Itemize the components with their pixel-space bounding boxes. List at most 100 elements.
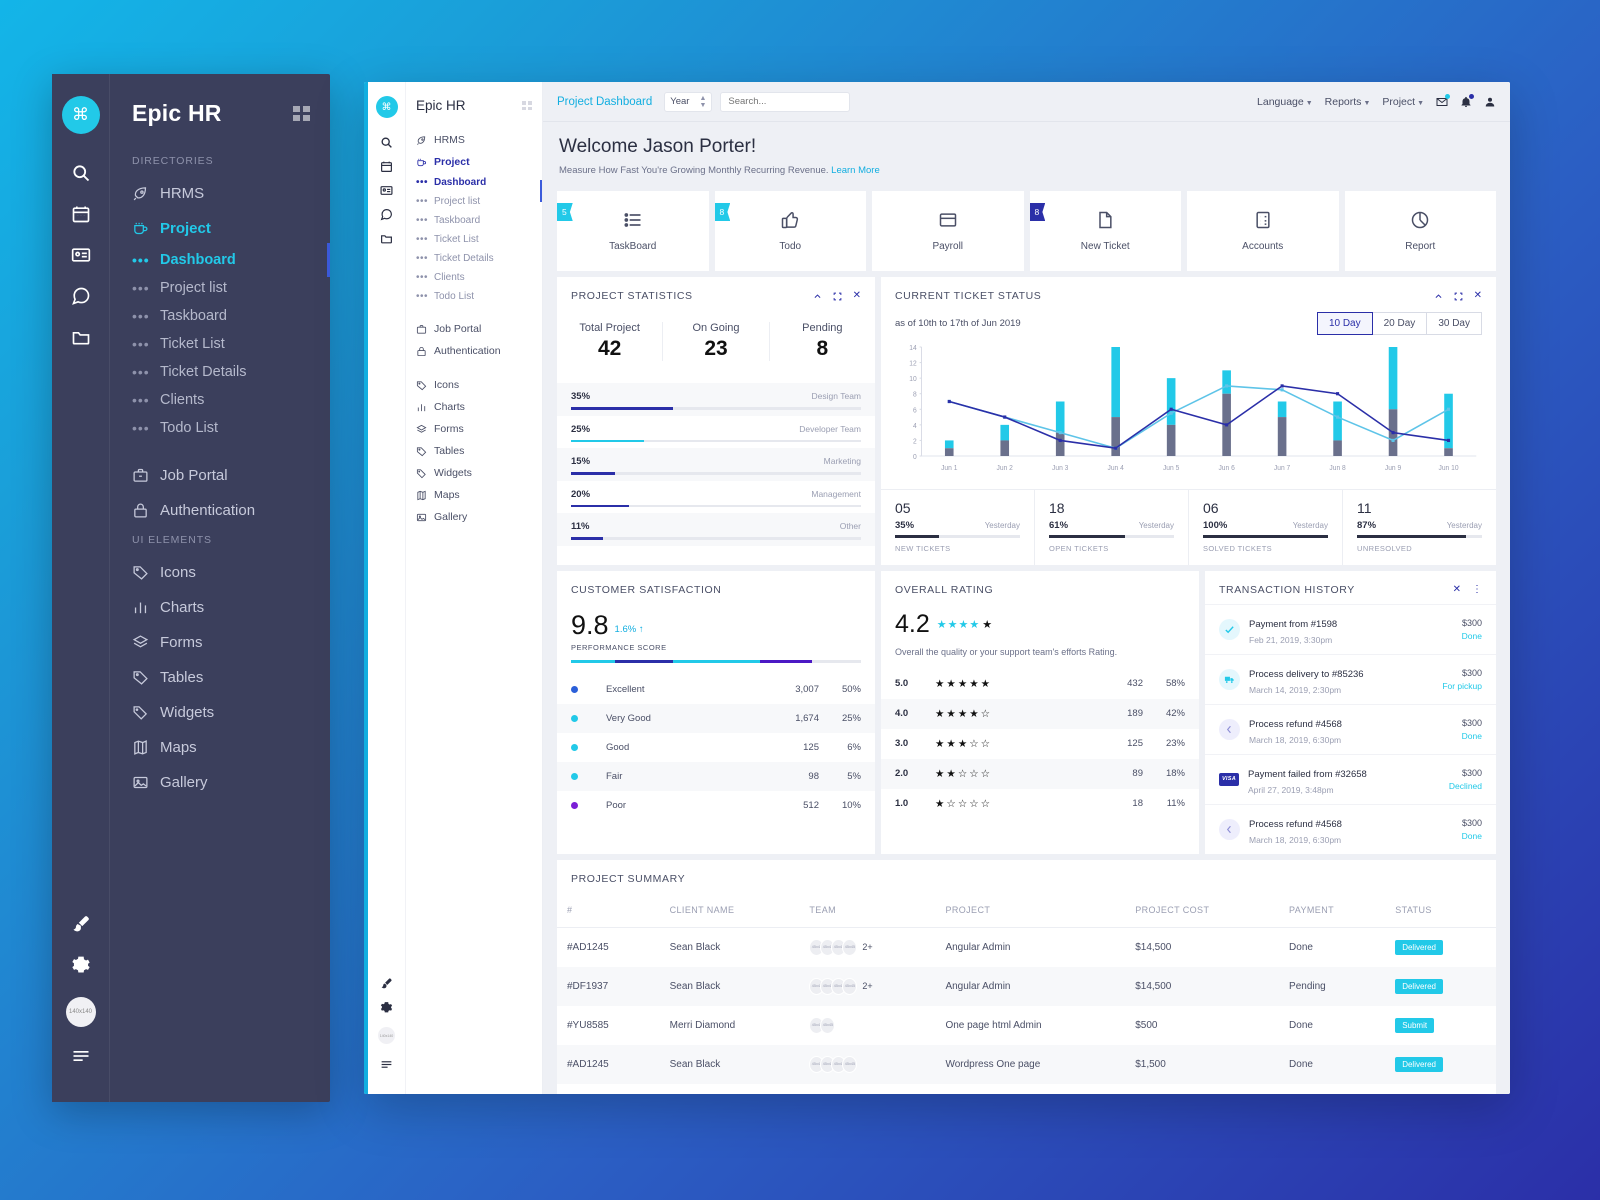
sidebar-item-dashboard[interactable]: ••• Dashboard <box>110 243 330 277</box>
search-icon[interactable] <box>62 154 100 192</box>
sidebar-item-dashboard[interactable]: ••• Dashboard <box>406 173 542 192</box>
contact-card-icon[interactable] <box>374 178 400 202</box>
table-row[interactable]: #YU8585 Merri Diamond 45x45 45x45 One page h… <box>557 1006 1496 1045</box>
folder-icon[interactable] <box>374 226 400 250</box>
status-badge[interactable]: Submit <box>1395 1017 1435 1033</box>
sidebar-item-forms[interactable]: Forms <box>110 625 330 660</box>
sidebar-item-project[interactable]: Project <box>406 151 542 173</box>
sidebar-item-taskboard[interactable]: ••• Taskboard <box>406 211 542 230</box>
learn-more-link[interactable]: Learn More <box>831 165 880 176</box>
sidebar-item-tables[interactable]: Tables <box>406 440 542 462</box>
sidebar-item-ticket-list[interactable]: ••• Ticket List <box>110 330 330 358</box>
mail-icon[interactable] <box>1436 93 1450 108</box>
more-options-icon[interactable]: ⋮ <box>1472 584 1482 595</box>
sidebar-item-gallery[interactable]: Gallery <box>110 765 330 800</box>
status-badge[interactable]: Delivered <box>1395 1056 1443 1072</box>
sidebar-item-ticket-details[interactable]: ••• Ticket Details <box>406 249 542 268</box>
card-payroll[interactable]: Payroll <box>872 191 1024 271</box>
table-row[interactable]: #GH8596Allen Collins45x4545x4545x4545x45… <box>557 1084 1496 1095</box>
grid-toggle-icon[interactable] <box>293 106 310 121</box>
sidebar-item-tables[interactable]: Tables <box>110 660 330 695</box>
menu-icon[interactable] <box>374 1052 400 1076</box>
sidebar-item-taskboard[interactable]: ••• Taskboard <box>110 302 330 330</box>
period-select[interactable]: Year ▲ ▼ <box>664 91 713 112</box>
bell-icon[interactable] <box>1460 93 1474 108</box>
brand-logo-icon[interactable]: ⌘ <box>61 96 100 134</box>
sidebar-item-widgets[interactable]: Widgets <box>110 695 330 730</box>
folder-icon[interactable] <box>62 318 100 356</box>
maximize-icon[interactable] <box>833 292 842 301</box>
gear-icon[interactable] <box>62 946 100 984</box>
transaction-row[interactable]: VISA Payment failed from #32658 April 27, … <box>1205 753 1496 804</box>
chat-icon[interactable] <box>62 277 100 315</box>
card-new-ticket[interactable]: 8 New Ticket <box>1029 191 1181 271</box>
card-accounts[interactable]: Accounts <box>1187 191 1339 271</box>
sidebar-item-widgets[interactable]: Widgets <box>406 462 542 484</box>
sidebar-item-maps[interactable]: Maps <box>110 730 330 765</box>
calendar-icon[interactable] <box>374 154 400 178</box>
gear-icon[interactable] <box>374 995 400 1019</box>
sidebar-item-ticket-list[interactable]: ••• Ticket List <box>406 230 542 249</box>
avatar[interactable]: 140x140 <box>65 997 96 1027</box>
sidebar-item-todo-list[interactable]: ••• Todo List <box>406 287 542 306</box>
menu-project[interactable]: Project ▼ <box>1382 96 1424 108</box>
table-row[interactable]: #AD1245 Sean Black 45x45 45x45 45x45 45x45 Wor… <box>557 1044 1496 1084</box>
brush-icon[interactable] <box>374 971 400 995</box>
range-10-day[interactable]: 10 Day <box>1316 312 1373 335</box>
chat-icon[interactable] <box>374 202 400 226</box>
menu-language[interactable]: Language ▼ <box>1257 96 1313 108</box>
sidebar-item-icons[interactable]: Icons <box>110 555 330 590</box>
transaction-row[interactable]: Process refund #4568 March 18, 2019, 6:30… <box>1205 703 1496 754</box>
sidebar-item-project[interactable]: Project <box>110 211 330 246</box>
calendar-icon[interactable] <box>62 195 100 233</box>
contact-card-icon[interactable] <box>62 236 100 274</box>
sidebar-item-forms[interactable]: Forms <box>406 418 542 440</box>
close-icon[interactable]: ✕ <box>853 291 861 301</box>
transaction-row[interactable]: Process delivery to #85236 March 14, 2019… <box>1205 653 1496 704</box>
sidebar-item-icons[interactable]: Icons <box>406 374 542 396</box>
status-badge[interactable]: Delivered <box>1395 939 1443 955</box>
sidebar-item-authentication[interactable]: Authentication <box>406 340 542 362</box>
maximize-icon[interactable] <box>1454 292 1463 301</box>
sidebar-item-charts[interactable]: Charts <box>406 396 542 418</box>
card-taskboard[interactable]: 5 TaskBoard <box>557 191 709 271</box>
sidebar-item-gallery[interactable]: Gallery <box>406 506 542 528</box>
sidebar-item-charts[interactable]: Charts <box>110 590 330 625</box>
menu-icon[interactable] <box>62 1037 100 1075</box>
sidebar-item-authentication[interactable]: Authentication <box>110 493 330 528</box>
breadcrumb[interactable]: Project Dashboard <box>557 96 652 108</box>
sidebar-item-ticket-details[interactable]: ••• Ticket Details <box>110 358 330 386</box>
close-icon[interactable]: ✕ <box>1474 291 1482 301</box>
brand-logo-icon[interactable]: ⌘ <box>375 96 398 118</box>
search-icon[interactable] <box>374 130 400 154</box>
menu-reports[interactable]: Reports ▼ <box>1325 96 1371 108</box>
range-30-day[interactable]: 30 Day <box>1426 312 1482 335</box>
collapse-icon[interactable] <box>813 292 822 301</box>
range-20-day[interactable]: 20 Day <box>1371 312 1428 335</box>
status-badge[interactable]: Delivered <box>1395 978 1443 994</box>
brush-icon[interactable] <box>62 905 100 943</box>
table-row[interactable]: #AD1245 Sean Black 45x45 45x45 45x45 45x45 2+ A… <box>557 927 1496 967</box>
sidebar-item-job-portal[interactable]: Job Portal <box>406 318 542 340</box>
sidebar-item-clients[interactable]: ••• Clients <box>406 268 542 287</box>
sidebar-item-job-portal[interactable]: Job Portal <box>110 458 330 493</box>
avatar[interactable]: 140x140 <box>378 1027 395 1044</box>
sidebar-item-hrms[interactable]: HRMS <box>110 176 330 211</box>
table-row[interactable]: #DF1937 Sean Black 45x45 45x45 45x45 45x45 2+ A… <box>557 966 1496 1006</box>
close-icon[interactable]: ✕ <box>1453 584 1461 595</box>
sidebar-item-hrms[interactable]: HRMS <box>406 129 542 151</box>
sidebar-item-project-list[interactable]: ••• Project list <box>406 192 542 211</box>
search-input[interactable] <box>720 91 851 112</box>
card-todo[interactable]: 8 Todo <box>714 191 866 271</box>
menu-label: Language <box>1257 95 1304 108</box>
card-report[interactable]: Report <box>1344 191 1496 271</box>
sidebar-item-project-list[interactable]: ••• Project list <box>110 274 330 302</box>
sidebar-item-maps[interactable]: Maps <box>406 484 542 506</box>
transaction-row[interactable]: Payment from #1598 Feb 21, 2019, 3:30pm $3… <box>1205 603 1496 654</box>
collapse-icon[interactable] <box>1434 292 1443 301</box>
sidebar-item-clients[interactable]: ••• Clients <box>110 386 330 414</box>
user-icon[interactable] <box>1484 96 1496 108</box>
transaction-row[interactable]: Process refund #4568 March 18, 2019, 6:30… <box>1205 803 1496 854</box>
sidebar-item-todo-list[interactable]: ••• Todo List <box>110 414 330 442</box>
grid-toggle-icon[interactable] <box>522 101 532 110</box>
